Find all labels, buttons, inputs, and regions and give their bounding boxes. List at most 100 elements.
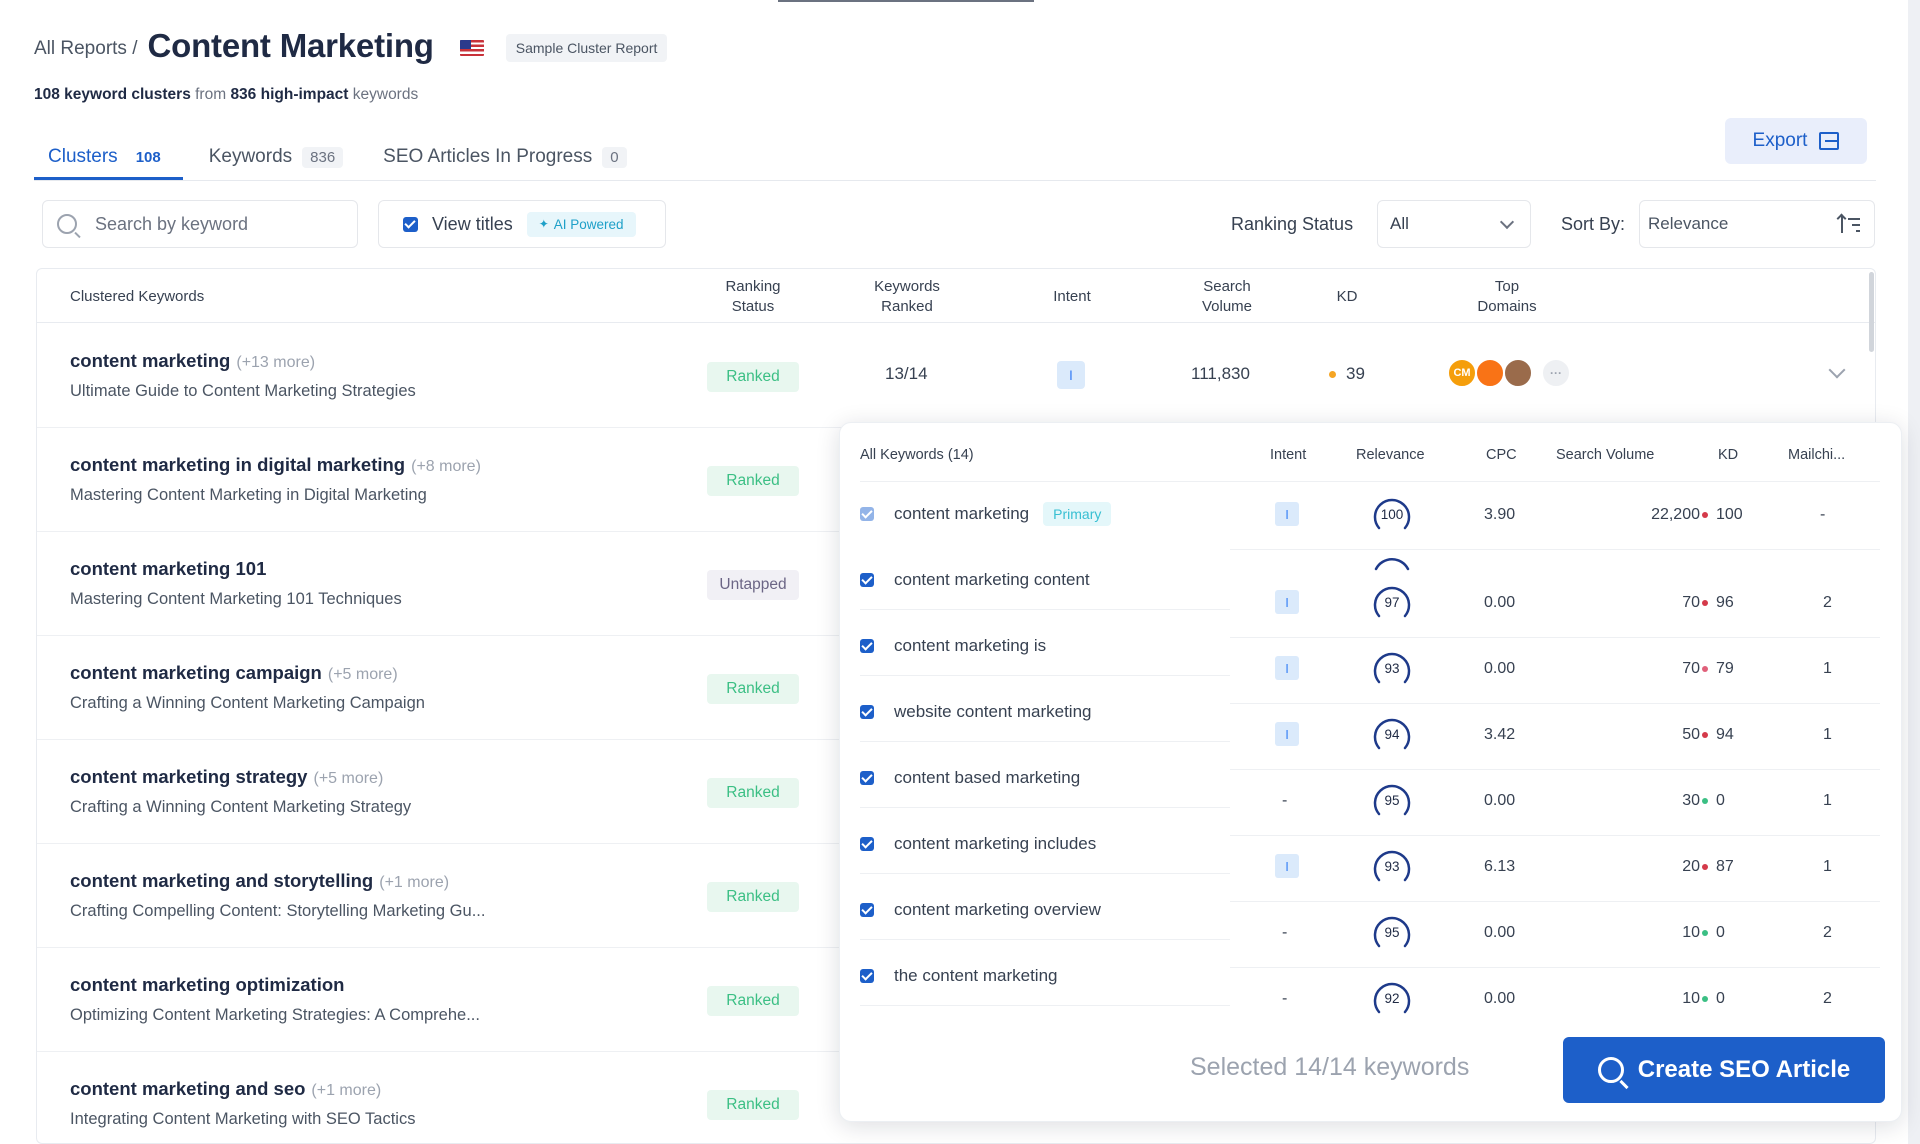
domain-logo-icon[interactable]: CM xyxy=(1447,358,1477,388)
header-line: Ranking xyxy=(725,278,781,295)
create-seo-article-button[interactable]: Create SEO Article xyxy=(1563,1037,1885,1103)
divider xyxy=(1230,769,1880,770)
sort-by-label: Sort By: xyxy=(1561,214,1626,234)
page-header: All Reports / Content Marketing Sample C… xyxy=(34,26,668,66)
search-input[interactable] xyxy=(95,213,345,235)
more-count: (+8 more) xyxy=(411,458,481,475)
keyword-checkbox[interactable] xyxy=(860,969,874,983)
panel-keyword-item[interactable]: content marketing includes xyxy=(860,829,1096,859)
divider xyxy=(860,609,1230,610)
view-titles-toggle[interactable]: View titles ✦ AI Powered xyxy=(378,200,666,248)
breadcrumb[interactable]: All Reports / xyxy=(34,38,137,60)
relevance-gauge: 93 xyxy=(1370,646,1414,690)
status-badge: Ranked xyxy=(707,1090,799,1120)
intent-badge: I xyxy=(1057,361,1085,389)
header-line: Status xyxy=(731,298,775,315)
panel-keyword-item[interactable]: content marketing content xyxy=(860,565,1090,595)
panel-keyword-item[interactable]: content marketing overview xyxy=(860,895,1101,925)
divider xyxy=(1230,637,1880,638)
panel-header-mailchimp[interactable]: Mailchi... xyxy=(1788,447,1845,463)
divider xyxy=(1230,703,1880,704)
intent-empty: - xyxy=(1282,792,1288,809)
table-scrollbar[interactable] xyxy=(1869,272,1874,352)
table-row[interactable]: content marketing (+13 more) Ultimate Gui… xyxy=(37,324,1875,428)
expand-chevron-icon[interactable] xyxy=(1828,361,1846,379)
summary-suffix: keywords xyxy=(352,86,419,103)
header-line: Volume xyxy=(1201,298,1253,315)
keyword-text: content marketing includes xyxy=(894,834,1097,853)
header-intent[interactable]: Intent xyxy=(1037,287,1107,307)
export-button[interactable]: Export xyxy=(1725,118,1867,164)
cluster-keyword: content marketing optimization xyxy=(70,974,350,996)
relevance-value: 93 xyxy=(1384,858,1400,874)
kd-number: 94 xyxy=(1716,726,1734,743)
header-line: Domains xyxy=(1477,298,1537,315)
relevance-gauge: 95 xyxy=(1370,778,1414,822)
kd-number: 87 xyxy=(1716,858,1734,875)
cluster-title: Optimizing Content Marketing Strategies:… xyxy=(70,1006,480,1024)
search-volume: 111,830 xyxy=(1191,364,1250,383)
page-title: Content Marketing xyxy=(147,27,434,64)
tab-seo-articles[interactable]: SEO Articles In Progress 0 xyxy=(369,136,640,180)
status-badge: Ranked xyxy=(707,674,799,704)
kd-number: 96 xyxy=(1716,594,1734,611)
app-page: All Reports / Content Marketing Sample C… xyxy=(0,0,1920,1144)
domain-avatar-icon[interactable] xyxy=(1503,358,1533,388)
cluster-count: 108 keyword clusters xyxy=(34,86,191,103)
panel-header-intent[interactable]: Intent xyxy=(1270,447,1306,463)
keyword-checkbox[interactable] xyxy=(860,507,874,521)
mailchimp-value: 1 xyxy=(1823,792,1832,809)
cluster-keyword: content marketing and storytelling (+1 mo… xyxy=(70,870,449,892)
panel-header-relevance[interactable]: Relevance xyxy=(1356,447,1425,463)
magic-search-icon xyxy=(1597,1057,1624,1083)
status-badge: Ranked xyxy=(707,778,799,808)
header-keywords-ranked[interactable]: Keywords Ranked xyxy=(857,277,957,317)
panel-keyword-item[interactable]: content marketing is xyxy=(860,631,1046,661)
header-line: Keywords xyxy=(874,278,940,295)
summary-from: from xyxy=(195,86,227,103)
kd-dot xyxy=(1702,512,1708,518)
cluster-title: Crafting a Winning Content Marketing Cam… xyxy=(70,694,425,712)
relevance-value: 94 xyxy=(1384,726,1400,742)
cpc-value: 0.00 xyxy=(1484,924,1516,941)
kd-dot xyxy=(1329,370,1336,378)
report-summary: 108 keyword clusters from 836 high-impac… xyxy=(34,86,418,104)
ranking-status-select[interactable]: All xyxy=(1377,200,1531,248)
sort-order-icon[interactable] xyxy=(1838,215,1860,235)
panel-header-cpc[interactable]: CPC xyxy=(1486,447,1517,463)
cpc-value: 0.00 xyxy=(1484,792,1516,809)
header-kd[interactable]: KD xyxy=(1327,287,1367,307)
search-volume-value: 20 xyxy=(1682,858,1700,875)
panel-header-search-volume[interactable]: Search Volume xyxy=(1556,447,1654,463)
sort-by-select[interactable]: Relevance xyxy=(1639,200,1875,248)
keyword-checkbox[interactable] xyxy=(860,837,874,851)
tab-keywords[interactable]: Keywords 836 xyxy=(195,136,357,180)
cluster-keyword: content marketing in digital marketing (+… xyxy=(70,454,481,476)
header-ranking-status[interactable]: Ranking Status xyxy=(713,277,793,317)
keyword-checkbox[interactable] xyxy=(860,639,874,653)
view-titles-checkbox[interactable] xyxy=(403,216,418,232)
panel-keyword-item[interactable]: the content marketing xyxy=(860,961,1057,991)
tab-clusters[interactable]: Clusters 108 xyxy=(34,136,183,180)
relevance-gauge: 92 xyxy=(1370,976,1414,1020)
domain-logo-icon[interactable] xyxy=(1475,358,1505,388)
more-domains-icon[interactable]: ··· xyxy=(1541,358,1571,388)
keyword-checkbox[interactable] xyxy=(860,573,874,587)
panel-keyword-item[interactable]: website content marketing xyxy=(860,697,1092,727)
kd-value: 0 xyxy=(1702,990,1725,1008)
panel-header-kd[interactable]: KD xyxy=(1718,447,1738,463)
tab-count: 0 xyxy=(602,147,627,168)
keyword-text: content marketing content xyxy=(894,570,1090,589)
cluster-title: Crafting Compelling Content: Storytellin… xyxy=(70,902,486,920)
header-search-volume[interactable]: Search Volume xyxy=(1187,277,1267,317)
keyword-checkbox[interactable] xyxy=(860,771,874,785)
search-volume-value: 70 xyxy=(1682,660,1700,677)
keyword-checkbox[interactable] xyxy=(860,705,874,719)
panel-keyword-item[interactable]: content based marketing xyxy=(860,763,1080,793)
intent-badge: I xyxy=(1275,854,1299,878)
keyword-text: content marketing overview xyxy=(894,900,1101,919)
keyword-checkbox[interactable] xyxy=(860,903,874,917)
kd-number: 0 xyxy=(1716,924,1725,941)
kd-number: 0 xyxy=(1716,792,1725,809)
panel-keyword-item[interactable]: content marketing Primary xyxy=(860,499,1112,529)
